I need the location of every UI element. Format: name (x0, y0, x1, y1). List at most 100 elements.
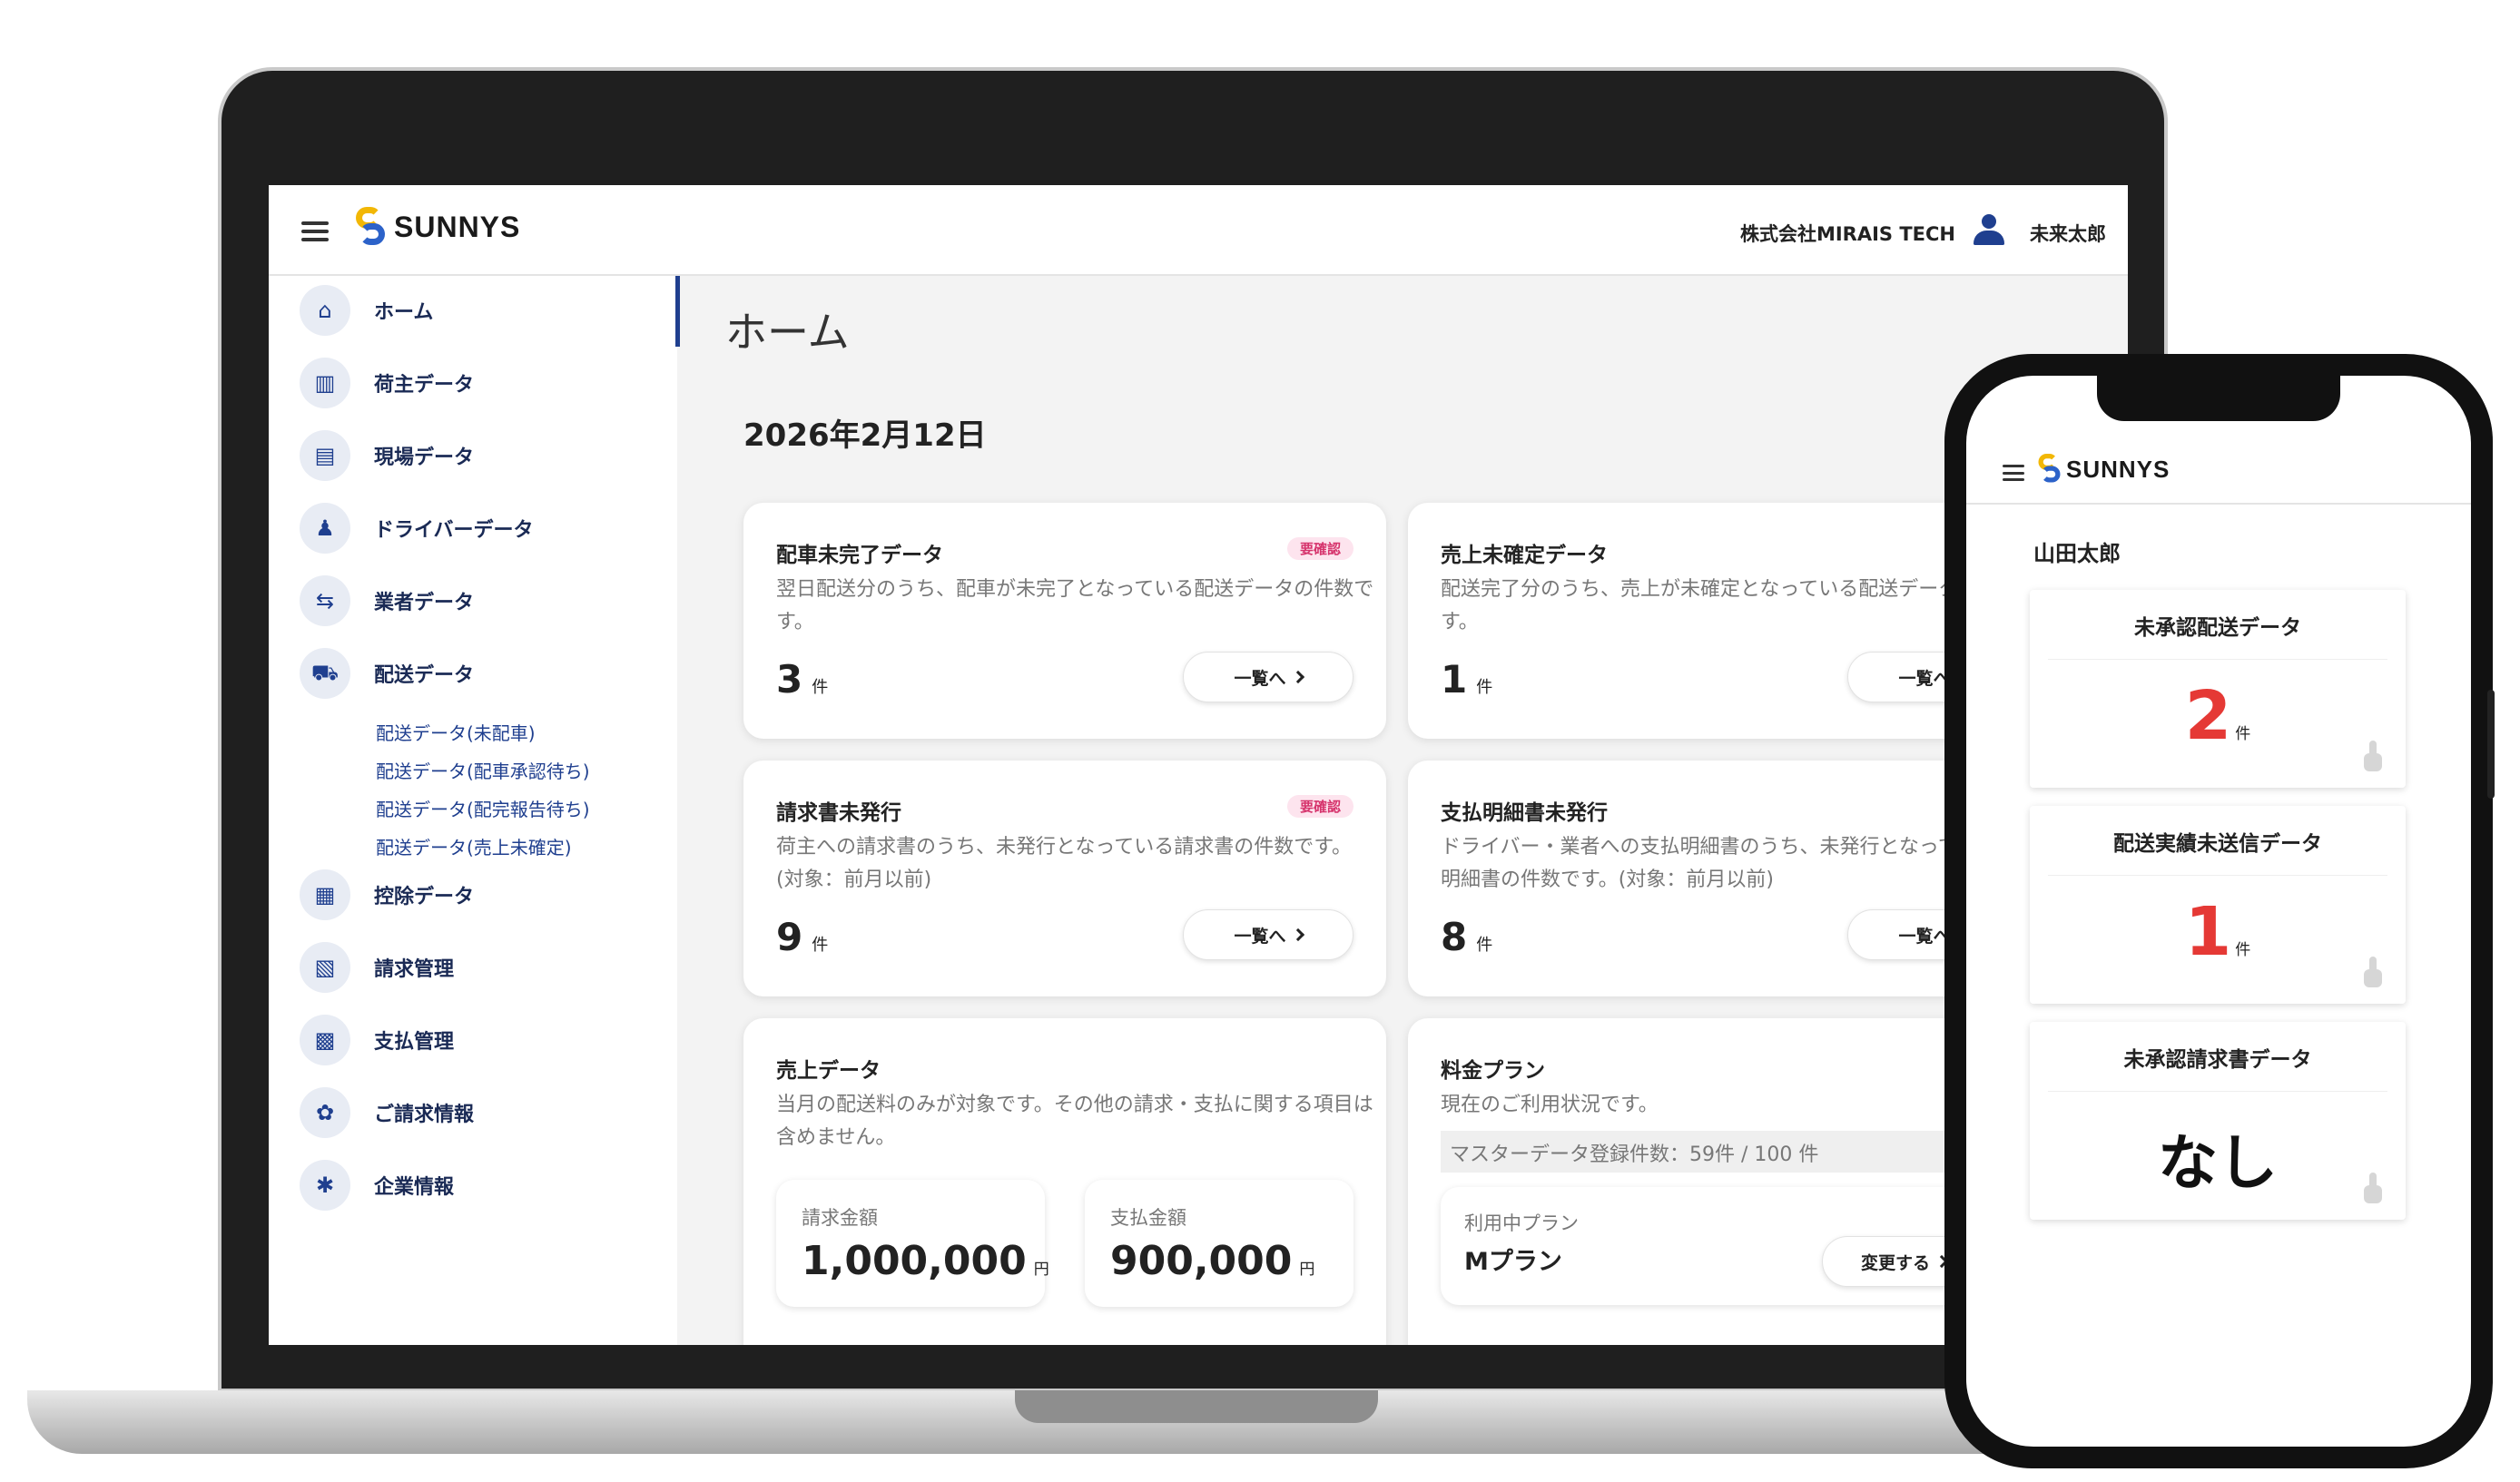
card-count: 3 件 (776, 657, 828, 702)
list-button[interactable]: 一覧へ (1183, 652, 1354, 702)
divider (2048, 1091, 2387, 1092)
sidebar-item-label: 業者データ (374, 592, 475, 614)
sidebar-item-site-data[interactable]: ▤ 現場データ (300, 430, 474, 481)
sidebar-item-delivery-data[interactable]: ⛟ 配送データ (300, 648, 474, 699)
card-title: 料金プラン (1441, 1059, 1545, 1083)
chevron-right-icon (1291, 927, 1304, 942)
menu-icon[interactable] (2003, 465, 2024, 481)
sidebar-item-billing[interactable]: ▧ 請求管理 (300, 942, 454, 993)
billing-amount: 1,000,000 円 (802, 1238, 1049, 1284)
brand-name: SUNNYS (2066, 455, 2171, 483)
tap-icon (2364, 741, 2382, 771)
payment-amount-box: 支払金額 900,000 円 (1085, 1180, 1354, 1307)
status-badge: 要確認 (1286, 795, 1354, 818)
list-button[interactable]: 一覧へ (1183, 909, 1354, 960)
count-unit: 件 (812, 936, 829, 955)
count-unit: 件 (812, 678, 829, 697)
card-title: 請求書未発行 (776, 801, 901, 825)
brand-name: SUNNYS (394, 210, 521, 243)
user-name: 山田太郎 (2033, 541, 2121, 566)
menu-icon[interactable] (301, 221, 329, 241)
list-button-label: 一覧へ (1898, 926, 1951, 947)
tap-icon (2364, 1173, 2382, 1203)
card-title: 配送実績未送信データ (2113, 832, 2322, 856)
phone-notch (2097, 376, 2340, 421)
gear-icon: ✿ (300, 1087, 350, 1138)
company-name: 株式会社MIRAIS TECH (1739, 223, 1955, 245)
sidebar-item-shipper-data[interactable]: ▥ 荷主データ (300, 358, 474, 408)
divider (2048, 875, 2387, 876)
phone-card-unsent-delivery-results[interactable]: 配送実績未送信データ 1件 (2030, 806, 2406, 1004)
sidebar-item-billing-info[interactable]: ✿ ご請求情報 (300, 1087, 474, 1138)
change-plan-label: 変更する (1860, 1252, 1930, 1273)
handshake-icon: ⇆ (300, 575, 350, 626)
settings-icon: ✱ (300, 1160, 350, 1211)
sidebar-item-label: 荷主データ (374, 374, 475, 397)
page-title: ホーム (725, 308, 850, 357)
phone-card-unapproved-invoice[interactable]: 未承認請求書データ なし (2030, 1022, 2406, 1220)
phone-card-unapproved-delivery[interactable]: 未承認配送データ 2件 (2030, 590, 2406, 788)
sidebar-subitem-sales-unconfirmed[interactable]: 配送データ(売上未確定) (376, 833, 572, 859)
sidebar-item-label: 請求管理 (374, 958, 455, 981)
payment-amount: 900,000 円 (1110, 1238, 1314, 1284)
sidebar-item-label: 支払管理 (374, 1031, 455, 1054)
invoice-icon: ▧ (300, 942, 350, 993)
card-title: 配車未完了データ (776, 544, 943, 567)
list-button-label: 一覧へ (1234, 668, 1286, 689)
payment-amount-value: 900,000 (1110, 1238, 1293, 1284)
home-icon: ⌂ (300, 285, 350, 336)
sidebar-item-label: 配送データ (374, 664, 475, 687)
billing-amount-value: 1,000,000 (802, 1238, 1027, 1284)
card-undispatched: 配車未完了データ 要確認 翌日配送分のうち、配車が未完了となっている配送データの… (743, 503, 1386, 739)
current-plan-label: 利用中プラン (1464, 1212, 1579, 1234)
laptop-notch (1015, 1390, 1378, 1423)
billing-amount-label: 請求金額 (802, 1207, 878, 1229)
app-logo[interactable]: SUNNYS (2037, 454, 2170, 485)
count-unit: 件 (2235, 725, 2251, 743)
sidebar-subitem-unassigned[interactable]: 配送データ(未配車) (376, 719, 536, 745)
count-value: 2 (2184, 677, 2232, 755)
sidebar-subitem-awaiting-report[interactable]: 配送データ(配完報告待ち) (376, 795, 590, 821)
card-title: 支払明細書未発行 (1441, 801, 1608, 825)
phone-screen: SUNNYS 山田太郎 未承認配送データ 2件 配送実績未送信データ 1件 未承… (1966, 376, 2471, 1447)
sidebar-item-home[interactable]: ⌂ ホーム (300, 285, 433, 336)
card-description: 翌日配送分のうち、配車が未完了となっている配送データの件数です。 (776, 578, 1374, 633)
user-name[interactable]: 未来太郎 (2030, 220, 2106, 247)
currency-unit: 円 (1033, 1261, 1049, 1279)
divider (2048, 659, 2387, 660)
count-value: 1 (1441, 657, 1468, 702)
user-icon[interactable] (1974, 214, 2004, 247)
main-content: ホーム 2026年2月12日 配車未完了データ 要確認 翌日配送分のうち、配車が… (680, 276, 2128, 1345)
sidebar-item-label: ドライバーデータ (374, 519, 534, 542)
phone-side-button (2487, 690, 2495, 799)
sidebar-item-deduction-data[interactable]: ▦ 控除データ (300, 869, 474, 920)
sidebar-item-payments[interactable]: ▩ 支払管理 (300, 1015, 454, 1065)
count-unit: 件 (1476, 678, 1493, 697)
count-value: 9 (776, 915, 803, 959)
delivery-icon: ⛟ (300, 648, 350, 699)
document-icon: ▤ (300, 430, 350, 481)
currency-unit: 円 (1299, 1261, 1315, 1279)
current-plan-value: Mプラン (1464, 1248, 1562, 1276)
sidebar-item-label: ホーム (374, 301, 434, 324)
building-icon: ▥ (300, 358, 350, 408)
app-header: SUNNYS 株式会社MIRAIS TECH 未来太郎 (269, 185, 2128, 276)
driver-icon: ♟ (300, 503, 350, 554)
card-description: 当月の配送料のみが対象です。その他の請求・支払に関する項目は含めません。 (776, 1094, 1373, 1149)
card-count: 1 件 (1441, 657, 1492, 702)
sidebar-item-label: 現場データ (374, 447, 475, 469)
sidebar-item-company-info[interactable]: ✱ 企業情報 (300, 1160, 454, 1211)
card-count: 2件 (2030, 677, 2406, 755)
app-logo[interactable]: SUNNYS (354, 207, 520, 247)
card-title: 未承認請求書データ (2123, 1048, 2312, 1072)
phone-header: SUNNYS (1966, 430, 2471, 505)
sidebar: ⌂ ホーム ▥ 荷主データ ▤ 現場データ ♟ ドライバーデータ ⇆ 業者データ… (269, 276, 677, 1345)
count-unit: 件 (2235, 941, 2251, 959)
sidebar-item-vendor-data[interactable]: ⇆ 業者データ (300, 575, 474, 626)
sidebar-subitem-awaiting-approval[interactable]: 配送データ(配車承認待ち) (376, 757, 590, 783)
sidebar-item-label: 控除データ (374, 886, 475, 908)
count-value: 1 (2184, 893, 2232, 971)
sidebar-item-driver-data[interactable]: ♟ ドライバーデータ (300, 503, 534, 554)
chevron-right-icon (1291, 670, 1304, 684)
list-button-label: 一覧へ (1234, 926, 1286, 947)
